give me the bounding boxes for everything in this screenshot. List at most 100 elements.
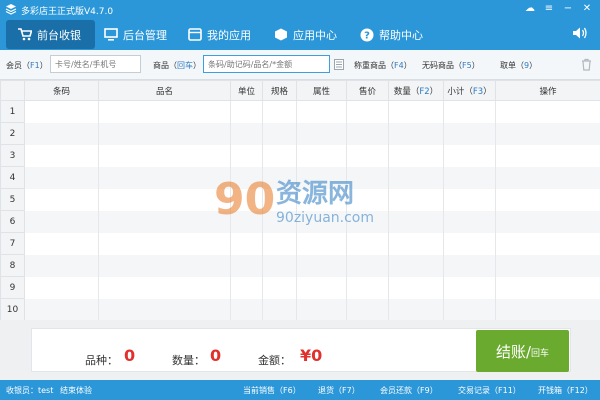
checkout-button[interactable]: 结账/回车 — [476, 330, 569, 372]
table-cell — [230, 144, 263, 167]
table-row[interactable]: 2 — [0, 122, 600, 145]
tab-label: 后台管理 — [123, 28, 167, 42]
table-cell — [495, 276, 600, 299]
table-cell — [296, 122, 347, 145]
table-cell — [388, 210, 444, 233]
table-cell — [443, 122, 496, 145]
table-row[interactable]: 8 — [0, 254, 600, 277]
table-cell — [24, 144, 99, 167]
column-header-subtotal: 小计（F3） — [443, 80, 496, 101]
column-header-name: 品名 — [98, 80, 231, 101]
member-repay-button[interactable]: 会员还款（F9） — [380, 385, 438, 396]
cart-icon — [18, 28, 32, 41]
member-label: 会员（F1） — [6, 61, 48, 70]
tab-label: 应用中心 — [293, 28, 337, 42]
column-header-index — [0, 80, 25, 101]
table-cell — [443, 210, 496, 233]
table-cell — [24, 188, 99, 211]
table-cell — [24, 254, 99, 277]
member-search-input[interactable] — [50, 55, 141, 73]
table-cell — [98, 232, 231, 255]
row-number: 3 — [0, 144, 25, 167]
tab-backend[interactable]: 后台管理 — [92, 20, 181, 49]
watermark-brand: 资源网 — [276, 179, 354, 209]
table-row[interactable]: 10 — [0, 298, 600, 321]
table-cell — [388, 166, 444, 189]
row-number: 10 — [0, 298, 25, 321]
no-barcode-goods-button[interactable]: 无码商品（F5） — [422, 60, 480, 71]
table-cell — [230, 254, 263, 277]
transaction-records-button[interactable]: 交易记录（F11） — [458, 385, 521, 396]
watermark-url: 90ziyuan.com — [276, 210, 374, 226]
table-cell — [346, 298, 389, 321]
table-cell — [443, 276, 496, 299]
table-row[interactable]: 3 — [0, 144, 600, 167]
end-trial-button[interactable]: 结束体验 — [60, 385, 92, 396]
tab-help-center[interactable]: ? 帮助中心 — [348, 20, 437, 49]
table-cell — [24, 232, 99, 255]
title-bar: 多彩店王正式版V4.7.0 ☁ ≡ − ✕ — [0, 0, 600, 19]
column-header-quantity: 数量（F2） — [388, 80, 444, 101]
tab-label: 我的应用 — [207, 28, 251, 42]
table-cell — [346, 144, 389, 167]
minimize-icon[interactable]: − — [561, 2, 575, 16]
row-number: 8 — [0, 254, 25, 277]
table-cell — [443, 144, 496, 167]
menu-icon[interactable]: ≡ — [542, 2, 556, 16]
volume-icon[interactable] — [572, 26, 588, 40]
table-cell — [262, 122, 297, 145]
checkout-shortcut: 回车 — [531, 349, 550, 359]
table-row[interactable]: 9 — [0, 276, 600, 299]
grid-header: 条码 品名 单位 规格 属性 售价 数量（F2） 小计（F3） 操作 — [0, 80, 600, 101]
row-number: 2 — [0, 122, 25, 145]
table-cell — [346, 122, 389, 145]
table-cell — [495, 210, 600, 233]
table-cell — [262, 100, 297, 123]
row-number: 9 — [0, 276, 25, 299]
row-number: 5 — [0, 188, 25, 211]
table-cell — [296, 276, 347, 299]
table-cell — [98, 122, 231, 145]
table-cell — [443, 232, 496, 255]
table-cell — [495, 298, 600, 321]
tab-app-center[interactable]: 应用中心 — [262, 20, 351, 49]
column-header-attribute: 属性 — [296, 80, 347, 101]
table-cell — [346, 276, 389, 299]
return-button[interactable]: 退货（F7） — [318, 385, 360, 396]
row-number: 1 — [0, 100, 25, 123]
table-cell — [388, 232, 444, 255]
current-sales-button[interactable]: 当前销售（F6） — [243, 385, 301, 396]
table-cell — [296, 100, 347, 123]
table-cell — [296, 254, 347, 277]
table-cell — [443, 188, 496, 211]
trash-icon[interactable] — [581, 58, 592, 71]
table-cell — [230, 276, 263, 299]
input-bar: 会员（F1） 商品（回车） 称重商品（F4） 无码商品（F5） 取单（9） — [0, 50, 600, 80]
table-cell — [495, 144, 600, 167]
table-row[interactable]: 7 — [0, 232, 600, 255]
pickup-order-button[interactable]: 取单（9） — [500, 60, 537, 71]
table-cell — [495, 254, 600, 277]
cloud-icon[interactable]: ☁ — [523, 2, 537, 16]
monitor-icon — [104, 28, 118, 41]
tab-my-apps[interactable]: 我的应用 — [176, 20, 265, 49]
table-cell — [443, 166, 496, 189]
table-cell — [98, 276, 231, 299]
table-cell — [262, 144, 297, 167]
table-cell — [230, 122, 263, 145]
table-cell — [346, 254, 389, 277]
table-row[interactable]: 1 — [0, 100, 600, 123]
table-cell — [98, 298, 231, 321]
table-cell — [346, 232, 389, 255]
close-icon[interactable]: ✕ — [580, 2, 594, 16]
table-cell — [443, 298, 496, 321]
open-drawer-button[interactable]: 开钱箱（F12） — [538, 385, 593, 396]
tab-front-cashier[interactable]: 前台收银 — [6, 20, 95, 49]
table-cell — [262, 254, 297, 277]
keyboard-icon[interactable] — [334, 59, 344, 70]
app-logo-icon — [5, 4, 17, 15]
goods-search-input[interactable] — [203, 55, 330, 73]
table-cell — [443, 254, 496, 277]
table-cell — [98, 144, 231, 167]
weighed-goods-button[interactable]: 称重商品（F4） — [354, 60, 412, 71]
